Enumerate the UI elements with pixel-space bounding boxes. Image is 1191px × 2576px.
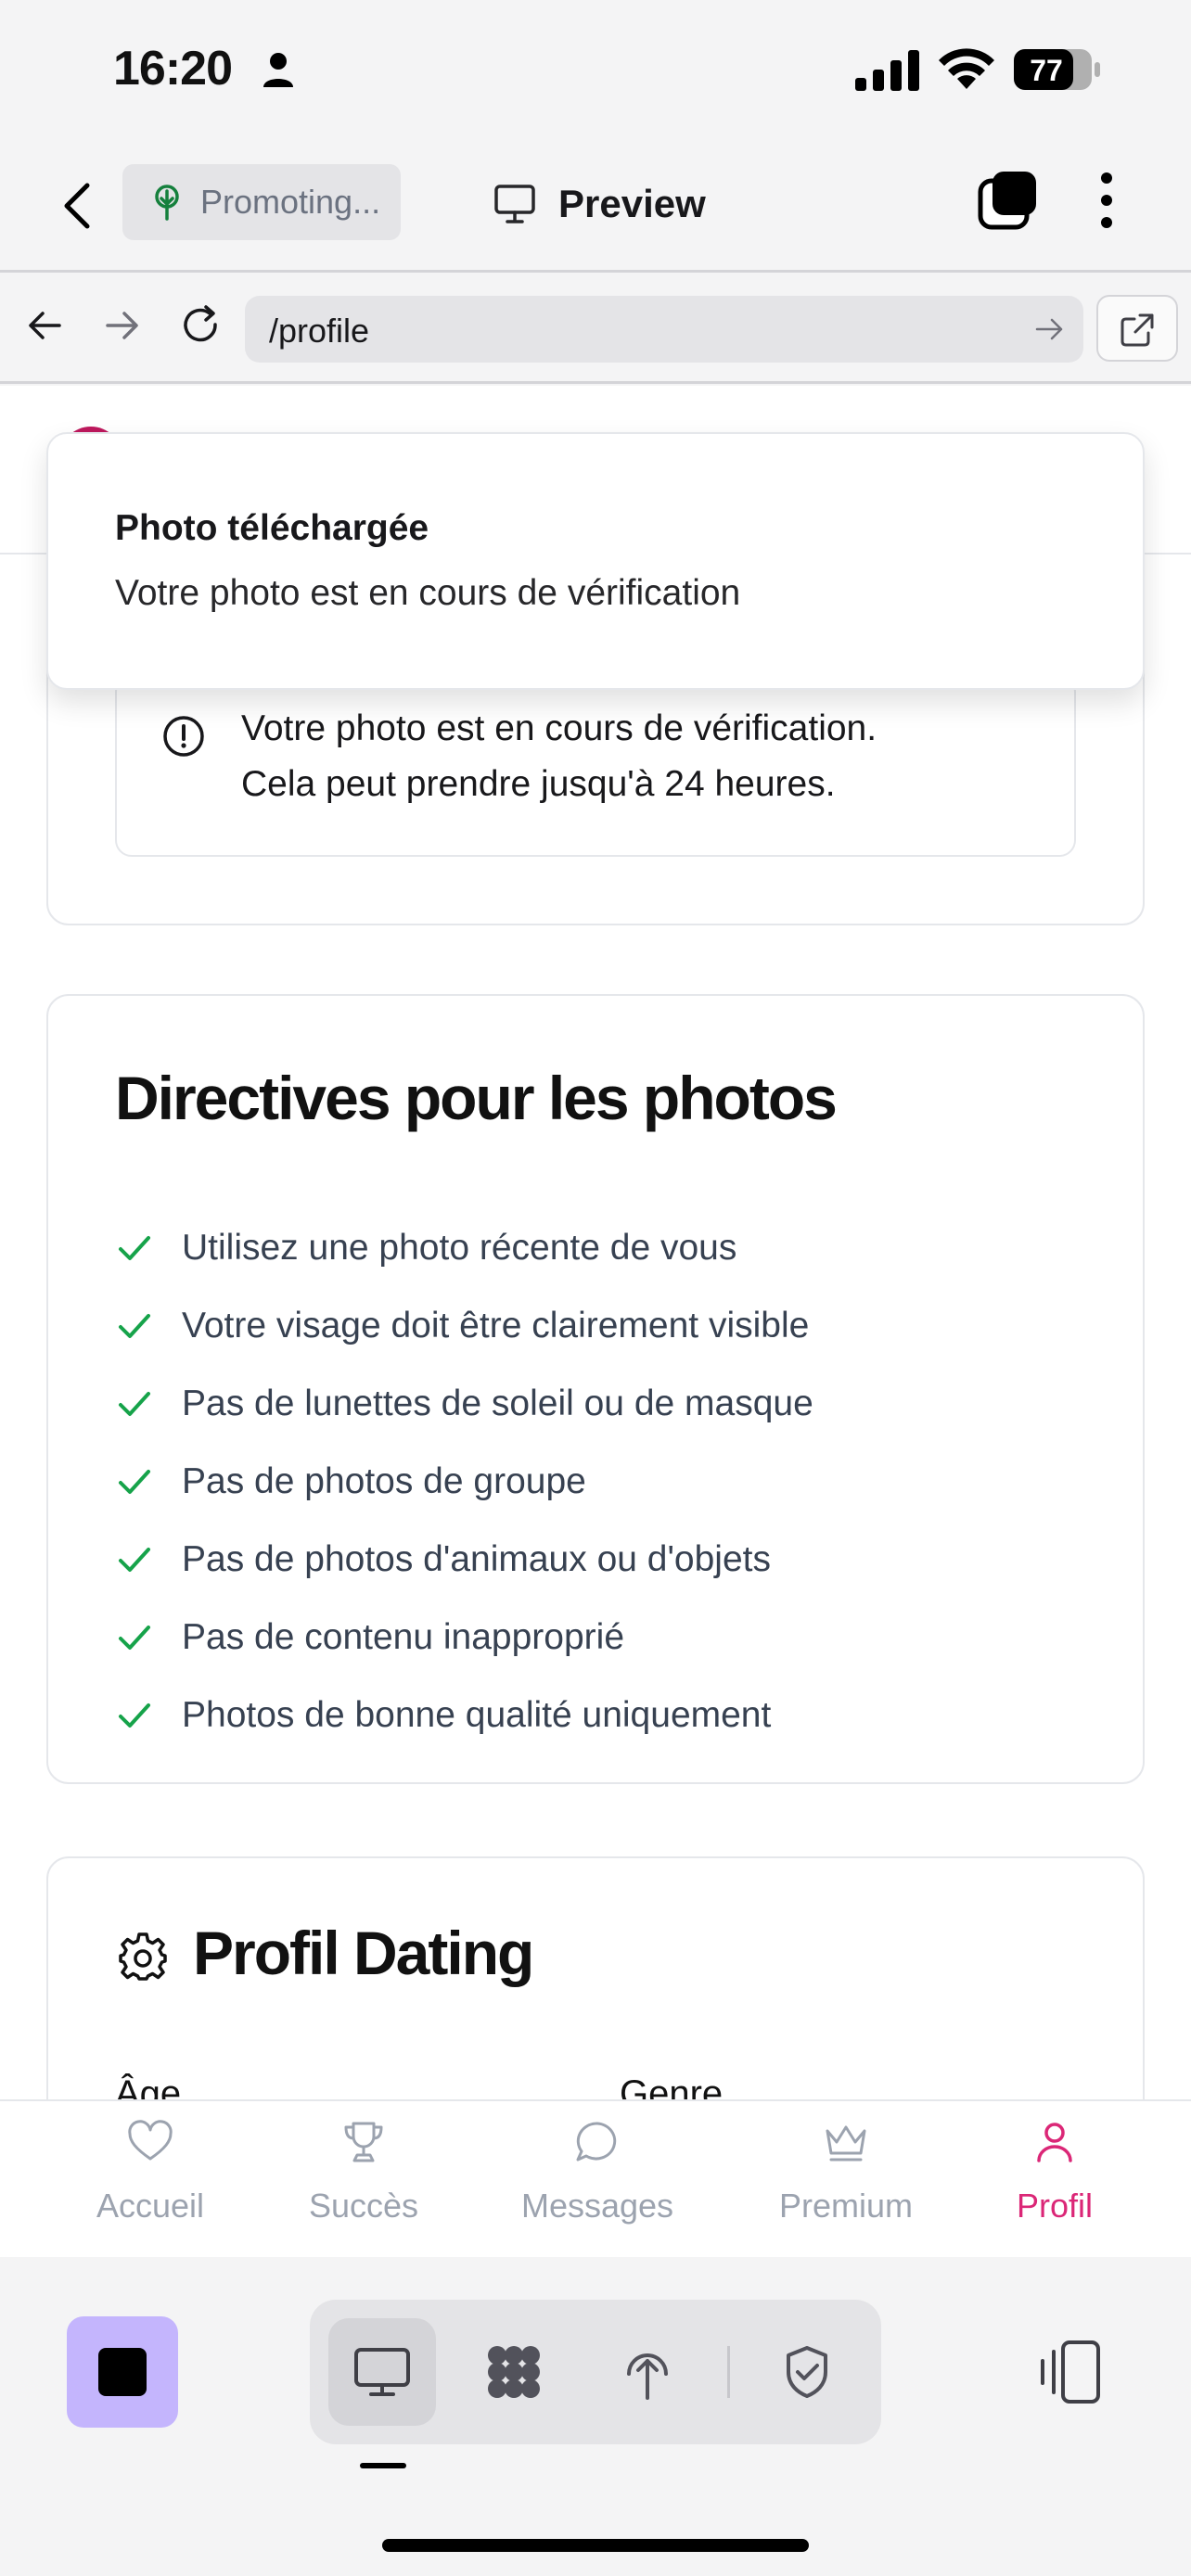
guideline-text: Votre visage doit être clairement visibl… xyxy=(182,1306,810,1345)
back-chevron-icon[interactable] xyxy=(56,178,98,234)
stop-button[interactable] xyxy=(67,2316,178,2428)
gender-label: Genre xyxy=(620,2073,724,2101)
trophy-icon xyxy=(344,2122,383,2162)
monitor-icon xyxy=(354,2348,410,2396)
tabs-switcher-icon[interactable] xyxy=(978,169,1039,230)
active-mode-indicator xyxy=(360,2463,406,2468)
apps-grid-icon xyxy=(488,2346,540,2398)
alert-text: Votre photo est en cours de vérification… xyxy=(241,701,877,812)
stop-icon xyxy=(98,2348,147,2396)
tree-upload-icon xyxy=(627,2353,668,2400)
tab-profil[interactable]: Profil xyxy=(953,2118,1157,2248)
crown-icon xyxy=(826,2125,866,2162)
home-indicator xyxy=(382,2539,809,2552)
external-link-icon xyxy=(1121,313,1154,347)
promoting-chip[interactable]: Promoting... xyxy=(122,164,401,240)
tab-label: Profil xyxy=(1016,2187,1094,2225)
browser-url-bar: /profile xyxy=(0,274,1191,384)
reload-icon[interactable] xyxy=(178,302,224,349)
tree-icon xyxy=(155,185,179,221)
preview-mode-button[interactable] xyxy=(328,2318,436,2426)
device-toggle-icon[interactable] xyxy=(1035,2337,1106,2407)
integrations-button[interactable] xyxy=(460,2318,568,2426)
tab-label: Messages xyxy=(520,2187,674,2225)
check-icon xyxy=(119,1626,150,1650)
dating-profile-title: Profil Dating xyxy=(193,1919,534,1987)
photo-guidelines-card: Directives pour les photos Utilisez une … xyxy=(46,994,1145,1784)
more-vertical-icon[interactable] xyxy=(1095,171,1119,230)
toolbar-divider xyxy=(727,2346,730,2398)
promoting-label: Promoting... xyxy=(200,183,381,221)
guideline-text: Pas de lunettes de soleil ou de masque xyxy=(182,1384,813,1423)
app-top-bar: Promoting... Preview xyxy=(0,139,1191,273)
list-item: Pas de lunettes de soleil ou de masque xyxy=(115,1365,813,1443)
dating-profile-card: Profil Dating Âge Genre xyxy=(46,1856,1145,2101)
tab-premium[interactable]: Premium xyxy=(744,2118,948,2248)
view-mode-group xyxy=(310,2300,881,2444)
preview-label: Preview xyxy=(558,182,706,225)
alert-line-1: Votre photo est en cours de vérification… xyxy=(241,708,877,748)
list-item: Utilisez une photo récente de vous xyxy=(115,1209,813,1287)
url-input[interactable]: /profile xyxy=(245,296,1083,363)
security-button[interactable] xyxy=(753,2318,861,2426)
bottom-tab-bar: Accueil Succès Messages Premium Profil xyxy=(0,2099,1191,2257)
check-icon xyxy=(119,1392,150,1416)
gear-icon xyxy=(119,1932,167,1981)
list-item: Photos de bonne qualité uniquement xyxy=(115,1677,813,1754)
shield-check-icon xyxy=(787,2346,827,2398)
url-path: /profile xyxy=(269,312,370,350)
alert-circle-icon xyxy=(163,716,204,757)
list-item: Pas de photos de groupe xyxy=(115,1443,813,1521)
tab-label: Succès xyxy=(308,2187,419,2225)
chat-bubble-icon xyxy=(576,2122,617,2162)
guideline-text: Utilisez une photo récente de vous xyxy=(182,1228,737,1268)
list-item: Pas de photos d'animaux ou d'objets xyxy=(115,1521,813,1599)
arrow-left-icon[interactable] xyxy=(22,302,69,349)
check-icon xyxy=(119,1236,150,1260)
status-time: 16:20 xyxy=(113,42,233,96)
guideline-text: Photos de bonne qualité uniquement xyxy=(182,1695,772,1735)
alert-line-2: Cela peut prendre jusqu'à 24 heures. xyxy=(241,764,836,804)
tab-label: Accueil xyxy=(96,2187,205,2225)
tab-succes[interactable]: Succès xyxy=(262,2118,466,2248)
tab-label: Premium xyxy=(778,2187,914,2225)
guidelines-list: Utilisez une photo récente de vous Votre… xyxy=(115,1209,813,1754)
guideline-text: Pas de photos de groupe xyxy=(182,1461,586,1501)
publish-button[interactable] xyxy=(594,2318,701,2426)
check-icon xyxy=(119,1703,150,1728)
upload-toast[interactable]: Photo téléchargée Votre photo est en cou… xyxy=(46,432,1145,690)
tab-accueil[interactable]: Accueil xyxy=(48,2118,252,2248)
monitor-icon xyxy=(494,185,535,223)
preview-button[interactable]: Preview xyxy=(493,176,706,232)
status-bar: 16:20 77 xyxy=(0,0,1191,139)
arrow-right-icon[interactable] xyxy=(98,302,145,349)
tab-messages[interactable]: Messages xyxy=(495,2118,699,2248)
person-icon xyxy=(263,53,293,87)
battery-icon: 77 xyxy=(1014,49,1100,90)
age-label: Âge xyxy=(115,2073,182,2101)
heart-icon xyxy=(128,2120,173,2161)
check-icon xyxy=(119,1548,150,1572)
verification-alert: Votre photo est en cours de vérification… xyxy=(115,675,1076,857)
check-icon xyxy=(119,1314,150,1338)
guidelines-title: Directives pour les photos xyxy=(115,1064,838,1132)
bottom-toolbar xyxy=(0,2257,1191,2576)
toast-description: Votre photo est en cours de vérification xyxy=(115,573,741,613)
check-icon xyxy=(119,1470,150,1494)
list-item: Votre visage doit être clairement visibl… xyxy=(115,1287,813,1365)
battery-level: 77 xyxy=(1030,54,1063,87)
wifi-icon xyxy=(939,48,994,89)
toast-title: Photo téléchargée xyxy=(115,508,429,548)
list-item: Pas de contenu inapproprié xyxy=(115,1599,813,1677)
guideline-text: Pas de contenu inapproprié xyxy=(182,1617,625,1657)
go-arrow-icon[interactable] xyxy=(1033,314,1065,344)
signal-icon xyxy=(855,50,919,91)
user-icon xyxy=(1037,2123,1072,2162)
open-external-button[interactable] xyxy=(1096,295,1178,362)
guideline-text: Pas de photos d'animaux ou d'objets xyxy=(182,1539,771,1579)
